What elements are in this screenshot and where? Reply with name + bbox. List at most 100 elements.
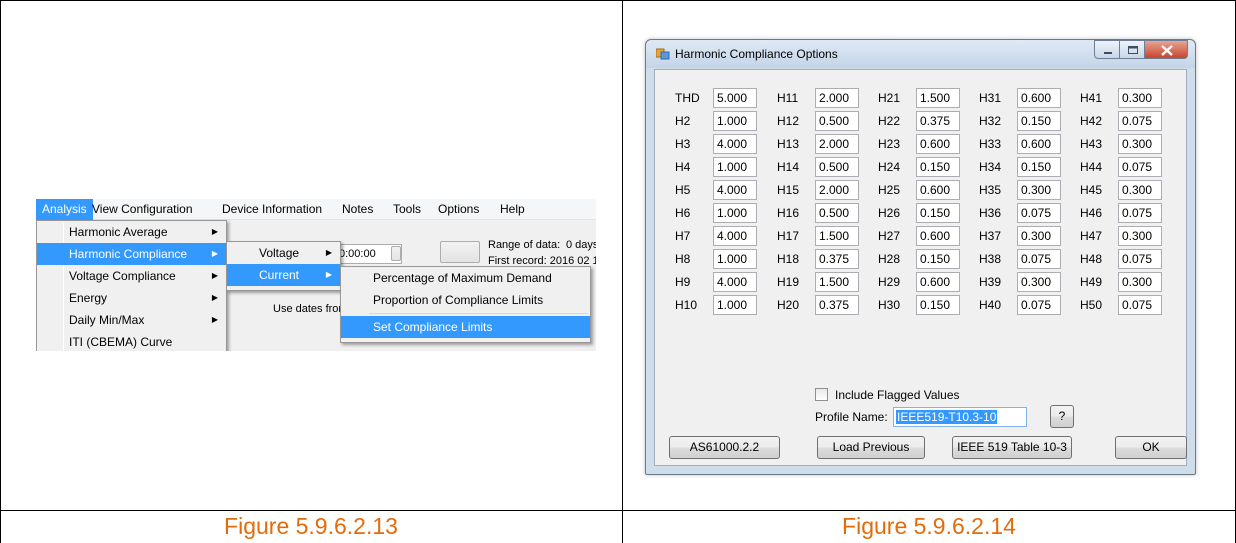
harmonic-limit-input[interactable]: 0.150 (1017, 157, 1061, 177)
harmonic-limit-input[interactable]: 0.500 (815, 111, 859, 131)
harmonic-limit-input[interactable]: 0.075 (1017, 295, 1061, 315)
harmonic-label: H35 (979, 183, 1002, 197)
harmonic-limit-input[interactable]: 1.500 (916, 88, 960, 108)
menu-options[interactable]: Options (432, 199, 485, 220)
profile-help-button[interactable]: ? (1050, 405, 1074, 428)
menu-bar: Analysis View Configuration Device Infor… (36, 199, 596, 220)
harmonic-limit-input[interactable]: 1.500 (815, 226, 859, 246)
menu-item-label: Set Compliance Limits (373, 320, 493, 334)
harmonic-limit-input[interactable]: 0.300 (1118, 272, 1162, 292)
harmonic-limit-input[interactable]: 0.500 (815, 203, 859, 223)
menu-item-label: Voltage Compliance (69, 269, 176, 283)
harmonic-label: H11 (777, 91, 799, 105)
harmonic-limit-input[interactable]: 0.300 (1017, 226, 1061, 246)
harmonic-limit-input[interactable]: 0.300 (1118, 88, 1162, 108)
harmonic-limit-input[interactable]: 4.000 (713, 226, 757, 246)
menu-item-label: Harmonic Compliance (69, 247, 188, 261)
menu-item-label: Voltage (259, 246, 300, 260)
menu-item-set-compliance-limits[interactable]: Set Compliance Limits (341, 316, 590, 338)
harmonic-limit-input[interactable]: 0.600 (916, 134, 960, 154)
harmonic-limit-input[interactable]: 4.000 (713, 134, 757, 154)
harmonic-label: H32 (979, 114, 1002, 128)
menu-item-voltage-compliance[interactable]: Voltage Compliance ▶ (37, 265, 226, 287)
harmonic-limit-input[interactable]: 0.600 (916, 272, 960, 292)
harmonic-limit-input[interactable]: 0.075 (1118, 111, 1162, 131)
menu-item-daily-min-max[interactable]: Daily Min/Max ▶ (37, 309, 226, 331)
harmonic-limit-input[interactable]: 1.000 (713, 295, 757, 315)
harmonic-label: H20 (777, 298, 800, 312)
profile-name-input[interactable]: IEEE519-T10.3-10 (893, 407, 1027, 427)
table-divider-vertical (622, 0, 623, 543)
harmonic-limit-input[interactable]: 0.075 (1118, 203, 1162, 223)
harmonic-limit-input[interactable]: 0.600 (916, 180, 960, 200)
harmonic-limit-input[interactable]: 0.375 (916, 111, 960, 131)
harmonic-limit-input[interactable]: 1.500 (815, 272, 859, 292)
harmonic-limit-input[interactable]: 0.075 (1118, 249, 1162, 269)
harmonic-limit-input[interactable]: 0.375 (815, 295, 859, 315)
menu-tools[interactable]: Tools (387, 199, 427, 220)
apply-button[interactable] (440, 241, 480, 263)
harmonic-limit-input[interactable]: 0.600 (1017, 88, 1061, 108)
harmonic-limit-input[interactable]: 1.000 (713, 157, 757, 177)
menu-help[interactable]: Help (494, 199, 531, 220)
harmonic-limit-input[interactable]: 2.000 (815, 134, 859, 154)
maximize-button[interactable] (1119, 40, 1145, 59)
submenu-arrow-icon: ▶ (211, 315, 218, 324)
menu-view-configuration[interactable]: View Configuration (86, 199, 199, 220)
harmonic-label: H33 (979, 137, 1002, 151)
menu-item-current[interactable]: Current ▶ (227, 264, 340, 286)
menu-item-harmonic-compliance[interactable]: Harmonic Compliance ▶ (37, 243, 226, 265)
harmonic-limit-input[interactable]: 1.000 (713, 203, 757, 223)
harmonic-limit-input[interactable]: 0.075 (1017, 249, 1061, 269)
menu-analysis[interactable]: Analysis (36, 199, 93, 220)
harmonic-limit-input[interactable]: 0.150 (1017, 111, 1061, 131)
harmonic-limit-input[interactable]: 0.075 (1118, 157, 1162, 177)
harmonic-limit-input[interactable]: 2.000 (815, 180, 859, 200)
menu-device-information[interactable]: Device Information (216, 199, 328, 220)
harmonic-limit-input[interactable]: 0.600 (916, 226, 960, 246)
harmonic-limit-input[interactable]: 0.150 (916, 249, 960, 269)
harmonic-label: H31 (979, 91, 1002, 105)
harmonic-limit-input[interactable]: 0.075 (1118, 295, 1162, 315)
harmonic-limit-input[interactable]: 0.375 (815, 249, 859, 269)
harmonic-limit-input[interactable]: 1.000 (713, 111, 757, 131)
menu-item-label: Harmonic Average (69, 225, 168, 239)
ok-button[interactable]: OK (1115, 436, 1187, 459)
harmonic-label: H49 (1080, 275, 1103, 289)
harmonic-limit-input[interactable]: 0.075 (1017, 203, 1061, 223)
as61000-button[interactable]: AS61000.2.2 (669, 436, 780, 459)
menu-item-voltage[interactable]: Voltage ▶ (227, 242, 340, 264)
harmonic-limit-input[interactable]: 0.150 (916, 203, 960, 223)
harmonic-limit-input[interactable]: 0.300 (1118, 180, 1162, 200)
harmonic-limit-input[interactable]: 0.150 (916, 295, 960, 315)
maximize-icon (1128, 46, 1138, 54)
harmonic-limit-input[interactable]: 4.000 (713, 180, 757, 200)
harmonic-label: H40 (979, 298, 1002, 312)
harmonic-limit-input[interactable]: 5.000 (713, 88, 757, 108)
date-picker-button[interactable] (391, 246, 401, 261)
menu-item-harmonic-average[interactable]: Harmonic Average ▶ (37, 221, 226, 243)
close-button[interactable] (1144, 40, 1188, 59)
harmonic-limit-input[interactable]: 0.300 (1118, 226, 1162, 246)
harmonic-limit-input[interactable]: 0.600 (1017, 134, 1061, 154)
harmonic-limit-input[interactable]: 4.000 (713, 272, 757, 292)
menu-item-iti-cbema-curve[interactable]: ITI (CBEMA) Curve (37, 331, 226, 351)
include-flagged-checkbox[interactable] (815, 388, 828, 401)
menu-notes[interactable]: Notes (336, 199, 379, 220)
harmonic-limit-input[interactable]: 0.300 (1118, 134, 1162, 154)
load-previous-button[interactable]: Load Previous (817, 436, 925, 459)
harmonic-limit-input[interactable]: 0.300 (1017, 180, 1061, 200)
harmonic-label: H10 (675, 298, 698, 312)
menu-item-energy[interactable]: Energy ▶ (37, 287, 226, 309)
harmonic-limit-input[interactable]: 2.000 (815, 88, 859, 108)
harmonic-limit-input[interactable]: 0.500 (815, 157, 859, 177)
harmonic-label: H27 (878, 229, 901, 243)
menu-item-proportion-of-compliance-limits[interactable]: Proportion of Compliance Limits (341, 289, 590, 311)
menu-item-percentage-of-maximum-demand[interactable]: Percentage of Maximum Demand (341, 267, 590, 289)
harmonic-limit-input[interactable]: 0.150 (916, 157, 960, 177)
minimize-button[interactable] (1094, 40, 1120, 59)
harmonic-label: H22 (878, 114, 901, 128)
harmonic-limit-input[interactable]: 0.300 (1017, 272, 1061, 292)
ieee519-button[interactable]: IEEE 519 Table 10-3 (952, 436, 1072, 459)
harmonic-limit-input[interactable]: 1.000 (713, 249, 757, 269)
